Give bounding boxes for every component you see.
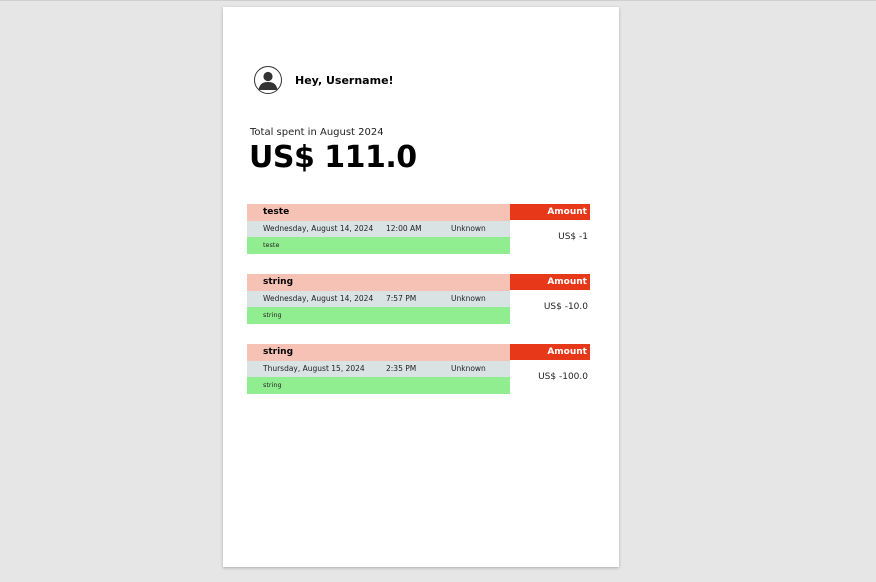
greeting-header: Hey, Username! (254, 65, 394, 95)
transaction-card: string Amount Thursday, August 15, 2024 … (247, 344, 590, 394)
transaction-card: string Amount Wednesday, August 14, 2024… (247, 274, 590, 324)
user-circle-icon (254, 66, 282, 94)
report-page: Hey, Username! Total spent in August 202… (223, 7, 619, 567)
transaction-name: string (247, 274, 510, 291)
transaction-card: teste Amount Wednesday, August 14, 2024 … (247, 204, 590, 254)
transaction-amount: US$ -1 (558, 232, 588, 242)
total-spent-amount: US$ 111.0 (249, 140, 417, 175)
transaction-name: teste (247, 204, 510, 221)
transaction-location: Unknown (451, 364, 486, 373)
transaction-description: string (247, 307, 510, 324)
transaction-amount: US$ -10.0 (543, 302, 588, 312)
transaction-meta-row: Thursday, August 15, 2024 2:35 PM Unknow… (247, 361, 510, 377)
amount-header: Amount (510, 274, 590, 290)
greeting-text: Hey, Username! (295, 73, 394, 87)
transaction-time: 12:00 AM (386, 224, 422, 233)
amount-header: Amount (510, 344, 590, 360)
transaction-description: string (247, 377, 510, 394)
transaction-date: Wednesday, August 14, 2024 (263, 224, 374, 233)
transaction-time: 2:35 PM (386, 364, 417, 373)
transaction-date: Wednesday, August 14, 2024 (263, 294, 374, 303)
transaction-meta-row: Wednesday, August 14, 2024 7:57 PM Unkno… (247, 291, 510, 307)
transaction-time: 7:57 PM (386, 294, 417, 303)
transaction-meta-row: Wednesday, August 14, 2024 12:00 AM Unkn… (247, 221, 510, 237)
amount-header: Amount (510, 204, 590, 220)
transaction-description: teste (247, 237, 510, 254)
top-divider (0, 0, 876, 1)
transaction-amount: US$ -100.0 (538, 372, 588, 382)
transaction-date: Thursday, August 15, 2024 (263, 364, 365, 373)
total-spent-label: Total spent in August 2024 (250, 127, 384, 138)
transaction-location: Unknown (451, 224, 486, 233)
transaction-location: Unknown (451, 294, 486, 303)
transaction-name: string (247, 344, 510, 361)
